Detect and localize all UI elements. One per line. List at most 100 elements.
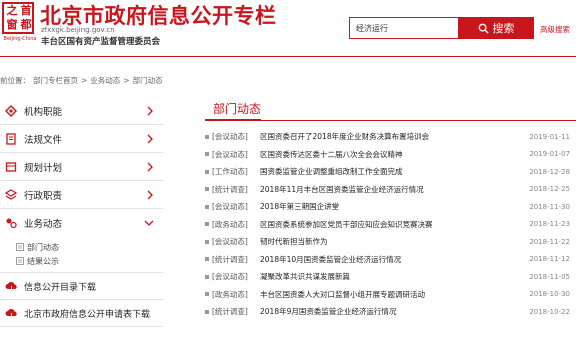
download-label: 北京市政府信息公开申请表下载 (24, 309, 151, 320)
news-row[interactable]: [政务动态] 区国资委系统参加区党员干部应知应会知识竞赛决赛 2018-11-23 (205, 216, 576, 234)
sidebar-item-business[interactable]: 业务动态 (0, 209, 164, 237)
news-category: [统计调查] (212, 184, 248, 194)
breadcrumb-item-dept-news[interactable]: 部门动态 (133, 75, 163, 86)
breadcrumb-item-home[interactable]: 部门专栏首页 (33, 75, 78, 86)
search-icon (478, 23, 489, 34)
news-row[interactable]: [会议动态] 凝聚改革共识共谋发展新篇 2018-11-05 (205, 268, 576, 286)
breadcrumb: 前位置： 部门专栏首页 > 业务动态 > 部门动态 (0, 73, 163, 87)
breadcrumb-item-business[interactable]: 业务动态 (90, 75, 120, 86)
news-title-link[interactable]: 凝聚改革共识共谋发展新篇 (260, 271, 350, 282)
sidebar-item-duties[interactable]: 行政职责 (0, 181, 164, 209)
logo-char: 窗 (6, 18, 18, 31)
news-list: [会议动态] 区国资委召开了2018年度企业财务决算布置培训会 2019-01-11… (205, 128, 576, 321)
sidebar-item-label: 业务动态 (24, 219, 63, 230)
news-date: 2018-12-25 (529, 185, 570, 194)
news-category: [工作动态] (212, 167, 248, 177)
site-url: zfxxgk.beijing.gov.cn (41, 26, 115, 34)
sidebar-item-laws[interactable]: 法规文件 (0, 125, 164, 153)
news-row[interactable]: [统计调查] 2018年10月国资委监管企业经济运行情况 2018-11-12 (205, 251, 576, 269)
section-title: 部门动态 (213, 102, 262, 116)
search-button-label: 搜索 (492, 22, 515, 35)
news-row[interactable]: [会议动态] 韧时代新担当新作为 2018-11-22 (205, 233, 576, 251)
duty-icon (4, 188, 18, 202)
news-title-link[interactable]: 2018年第三期国企讲堂 (260, 201, 339, 212)
breadcrumb-separator: > (81, 75, 88, 85)
list-icon (16, 257, 24, 265)
logo-char: 都 (20, 18, 32, 31)
news-row[interactable]: [政务动态] 丰台区国资委人大对口监督小组开展专题调研活动 2018-10-30 (205, 286, 576, 304)
bullet-icon (205, 187, 209, 192)
bullet-icon (205, 152, 209, 157)
download-application-form-link[interactable]: 北京市政府信息公开申请表下载 (0, 300, 164, 327)
chevron-down-icon (144, 220, 154, 226)
bullet-icon (205, 274, 209, 279)
news-date: 2018-11-12 (529, 255, 570, 264)
chevron-right-icon (147, 106, 153, 116)
bullet-icon (205, 257, 209, 262)
news-date: 2018-12-28 (529, 167, 570, 176)
sidebar: 机构职能 法规文件 规划计划 行政职责 业务动态 部门动态 结果公示 信息公开目… (0, 97, 164, 327)
news-title-link[interactable]: 2018年9月国资委监管企业经济运行情况 (260, 306, 396, 317)
site-logo[interactable]: 之 首 窗 都 (2, 2, 34, 34)
sidebar-item-label: 机构职能 (24, 106, 63, 118)
news-date: 2018-10-22 (529, 307, 570, 316)
advanced-search-link[interactable]: 高级搜索 (540, 24, 570, 35)
news-row[interactable]: [会议动态] 2018年第三期国企讲堂 2018-11-30 (205, 198, 576, 216)
logo-subtitle: Beijing·China (3, 36, 37, 42)
bullet-icon (205, 134, 209, 139)
news-row[interactable]: [会议动态] 区国资委召开了2018年度企业财务决算布置培训会 2019-01-11 (205, 128, 576, 146)
news-title-link[interactable]: 丰台区国资委人大对口监督小组开展专题调研活动 (260, 289, 425, 300)
news-title-link[interactable]: 区国资委召开了2018年度企业财务决算布置培训会 (260, 131, 429, 142)
news-row[interactable]: [会议动态] 区国资委传达区委十二届八次全会会议精神 2019-01-07 (205, 146, 576, 164)
sidebar-subitem-label: 结果公示 (27, 256, 59, 266)
news-category: [会议动态] (212, 149, 248, 159)
download-catalog-link[interactable]: 信息公开目录下载 (0, 273, 164, 300)
breadcrumb-separator: > (123, 75, 130, 85)
sidebar-subitem-results[interactable]: 结果公示 (0, 254, 164, 268)
cloud-download-icon (4, 279, 18, 293)
sidebar-item-label: 行政职责 (24, 190, 63, 202)
news-date: 2018-11-05 (529, 272, 570, 281)
logo-char: 之 (6, 4, 18, 17)
news-category: [政务动态] (212, 219, 248, 229)
cloud-download-icon (4, 306, 18, 320)
sidebar-item-label: 法规文件 (24, 134, 63, 146)
sidebar-subitem-dept-news[interactable]: 部门动态 (0, 240, 164, 254)
sidebar-subitem-label: 部门动态 (27, 242, 59, 252)
sidebar-item-label: 规划计划 (24, 162, 63, 174)
news-title-link[interactable]: 区国资委传达区委十二届八次全会会议精神 (260, 149, 403, 160)
bullet-icon (205, 309, 209, 314)
news-category: [政务动态] (212, 289, 248, 299)
download-label: 信息公开目录下载 (24, 282, 97, 293)
search-input[interactable] (349, 17, 459, 39)
search-button[interactable]: 搜索 (458, 17, 534, 39)
list-icon (16, 243, 24, 251)
news-date: 2018-11-22 (529, 237, 570, 246)
site-organization: 丰台区国有资产监督管理委员会 (41, 37, 161, 47)
section-divider-accent (205, 119, 261, 121)
sidebar-item-plans[interactable]: 规划计划 (0, 153, 164, 181)
bullet-icon (205, 204, 209, 209)
news-title-link[interactable]: 国资委监管企业调整重组改制工作全面完成 (260, 166, 403, 177)
news-date: 2018-10-30 (529, 290, 570, 299)
news-title-link[interactable]: 区国资委系统参加区党员干部应知应会知识竞赛决赛 (260, 219, 433, 230)
news-date: 2019-01-11 (529, 132, 570, 141)
plan-icon (4, 160, 18, 174)
news-row[interactable]: [统计调查] 2018年9月国资委监管企业经济运行情况 2018-10-22 (205, 303, 576, 321)
news-row[interactable]: [统计调查] 2018年11月丰台区国资委监管企业经济运行情况 2018-12-25 (205, 181, 576, 199)
news-title-link[interactable]: 韧时代新担当新作为 (260, 236, 328, 247)
news-date: 2018-11-23 (529, 220, 570, 229)
breadcrumb-prefix: 前位置： (0, 75, 30, 85)
news-category: [会议动态] (212, 202, 248, 212)
news-category: [会议动态] (212, 272, 248, 282)
news-category: [会议动态] (212, 132, 248, 142)
sidebar-item-org[interactable]: 机构职能 (0, 97, 164, 125)
org-icon (4, 104, 18, 118)
header-divider (0, 56, 576, 57)
site-header: 之 首 窗 都 Beijing·China 北京市政府信息公开专栏 zfxxgk… (0, 0, 576, 56)
news-title-link[interactable]: 2018年10月国资委监管企业经济运行情况 (260, 254, 401, 265)
news-category: [统计调查] (212, 307, 248, 317)
news-row[interactable]: [工作动态] 国资委监管企业调整重组改制工作全面完成 2018-12-28 (205, 163, 576, 181)
news-title-link[interactable]: 2018年11月丰台区国资委监管企业经济运行情况 (260, 184, 424, 195)
news-category: [会议动态] (212, 237, 248, 247)
